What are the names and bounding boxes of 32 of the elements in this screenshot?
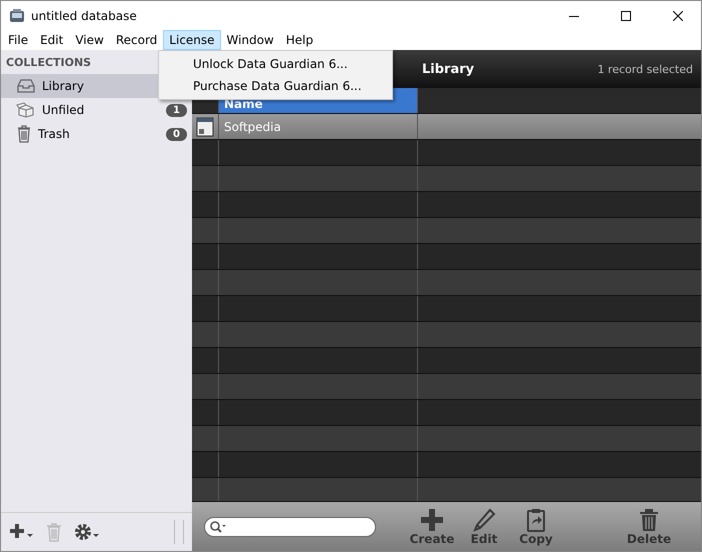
trash-icon (16, 125, 32, 143)
maximize-icon[interactable] (621, 10, 631, 20)
search-field[interactable] (204, 516, 376, 536)
collection-item[interactable]: Trash 0 (1, 122, 192, 146)
menu-item[interactable]: View (69, 30, 110, 50)
menu-item[interactable]: Help (280, 30, 320, 50)
collection-item[interactable]: Unfiled 1 (1, 98, 192, 122)
dropdown-item[interactable]: Unlock Data Guardian 6... (159, 53, 392, 75)
record-icon (196, 116, 214, 136)
menu-item[interactable]: Window (220, 30, 280, 50)
menu-item[interactable]: Record (110, 30, 164, 50)
settings-icon[interactable] (73, 522, 101, 542)
window-title: untitled database (31, 8, 138, 22)
plus-icon (419, 508, 445, 532)
app-icon (9, 8, 25, 24)
sidebar-heading: COLLECTIONS (5, 55, 92, 71)
resize-grip[interactable] (174, 520, 184, 544)
count-badge: 1 (166, 104, 187, 116)
tray-icon (16, 78, 36, 94)
view-title: Library (422, 62, 476, 76)
delete-button[interactable]: Delete (623, 508, 675, 546)
close-icon[interactable] (673, 10, 683, 20)
menu-item[interactable]: License (163, 30, 221, 50)
count-badge: 0 (166, 128, 187, 140)
search-icon (209, 520, 227, 534)
box-icon (16, 102, 36, 118)
edit-button[interactable]: Edit (458, 508, 510, 546)
pencil-icon (471, 508, 497, 532)
menu-item[interactable]: File (2, 30, 34, 50)
record-row[interactable]: Softpedia (192, 114, 701, 140)
selection-status: 1 record selected (597, 62, 693, 76)
menu-item[interactable]: Edit (34, 30, 70, 50)
